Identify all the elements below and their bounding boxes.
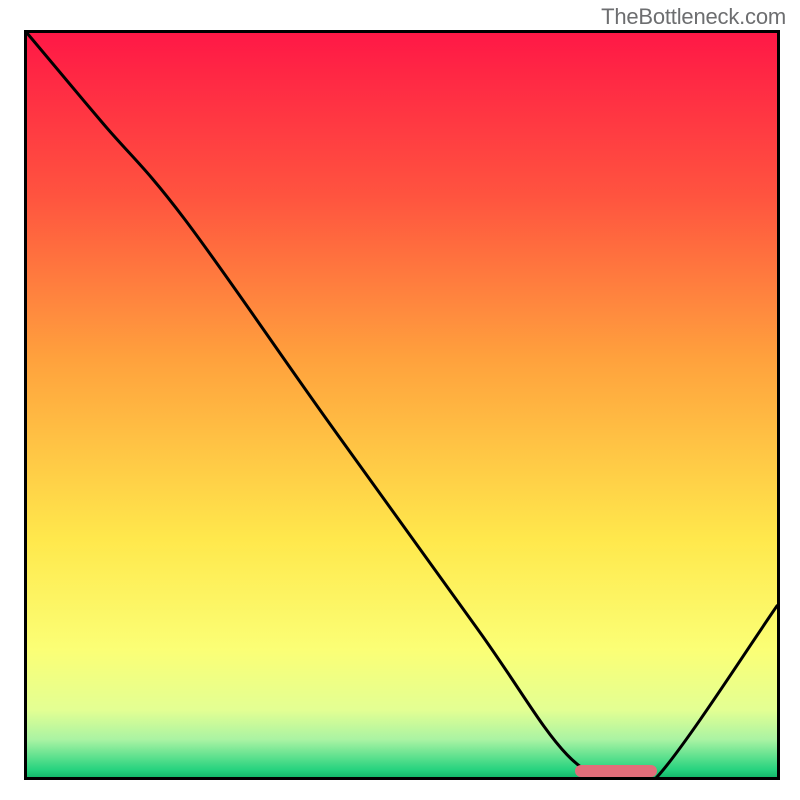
bottleneck-curve — [27, 33, 777, 777]
watermark-text: TheBottleneck.com — [601, 4, 786, 30]
optimum-range-marker — [575, 765, 658, 777]
chart-stage: TheBottleneck.com — [0, 0, 800, 800]
plot-area — [24, 30, 780, 780]
